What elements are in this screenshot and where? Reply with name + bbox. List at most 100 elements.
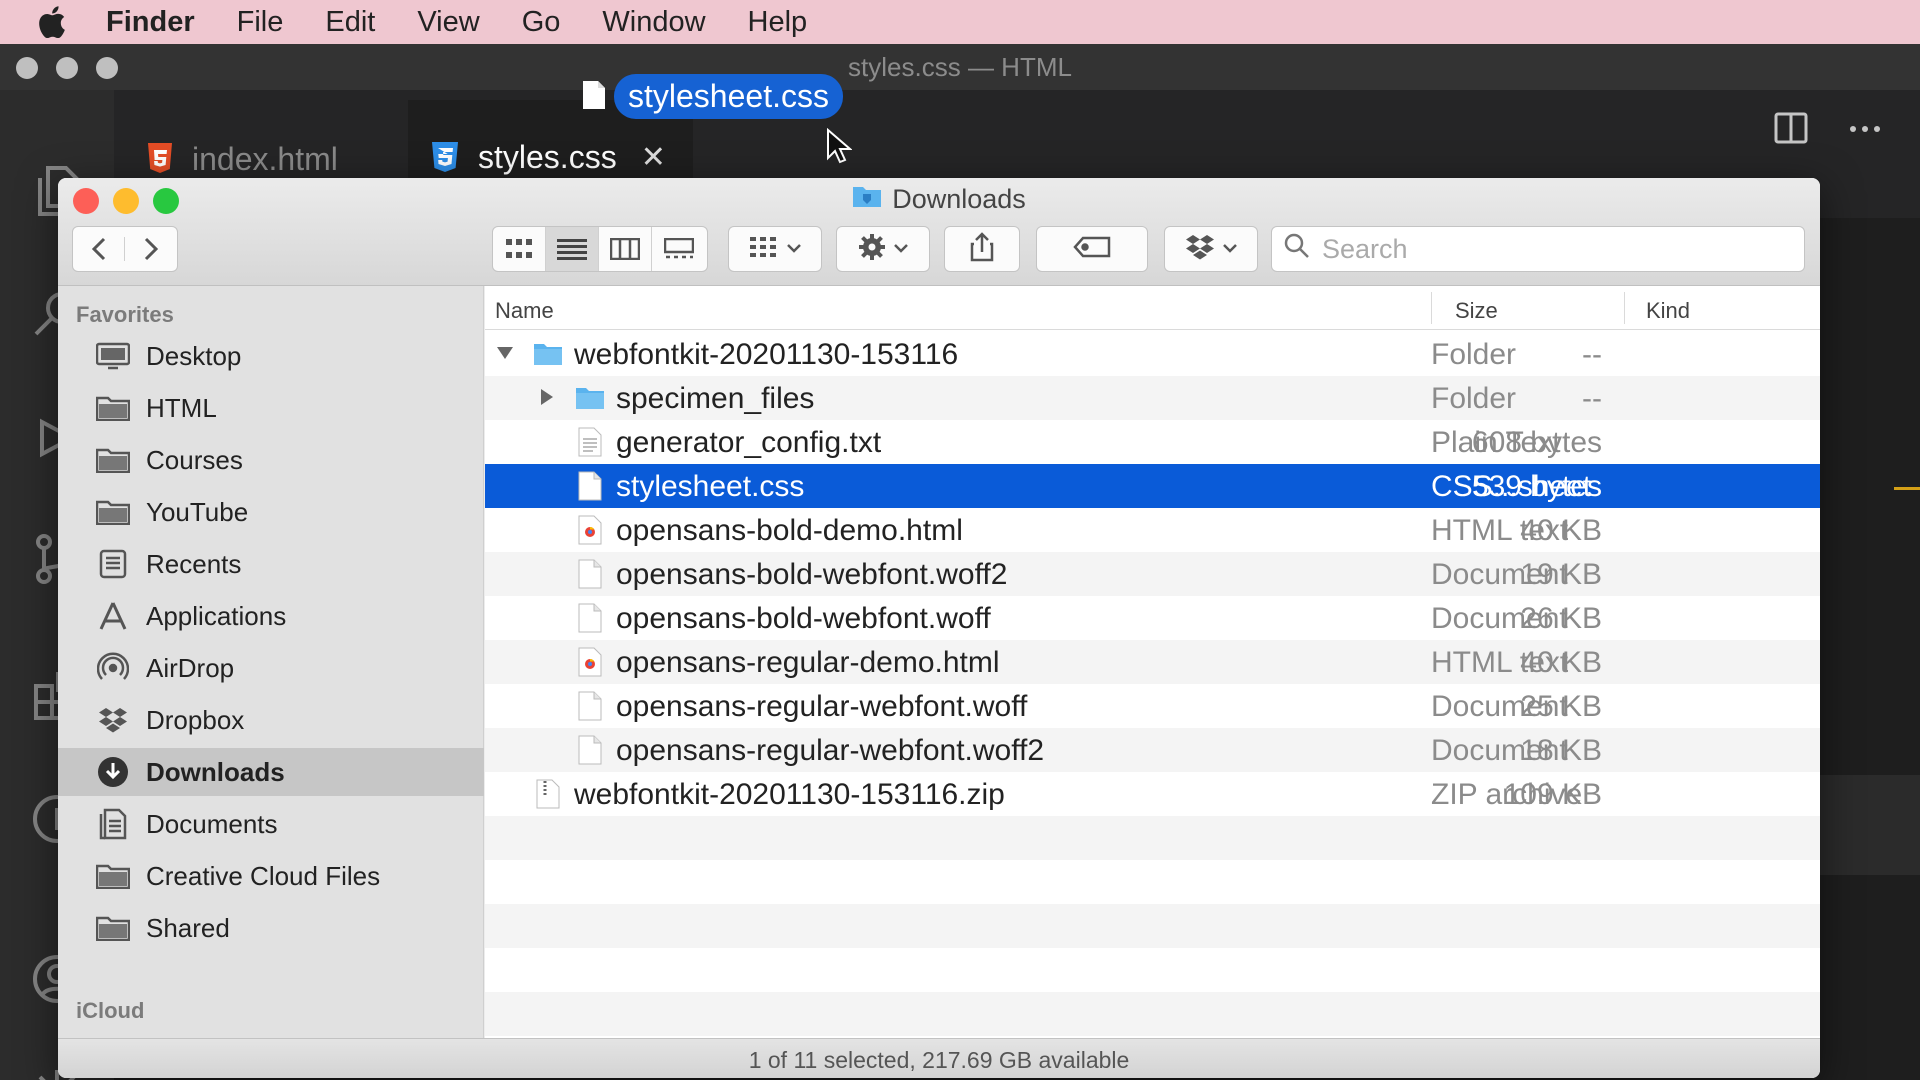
file-row[interactable]: opensans-bold-webfont.woff 26 KB Document	[485, 596, 1820, 640]
empty-row-stripe	[485, 992, 1820, 1036]
folder-icon	[94, 393, 132, 423]
sidebar-item-shared[interactable]: Shared	[58, 904, 484, 952]
file-row[interactable]: opensans-regular-webfont.woff 25 KB Docume…	[485, 684, 1820, 728]
finder-sidebar: Favorites Desktop HTML Courses YouTube R…	[58, 286, 484, 1038]
file-row[interactable]: stylesheet.css 539 bytes CSS...sheet	[485, 464, 1820, 508]
chevron-down-icon	[894, 240, 908, 258]
file-row[interactable]: opensans-regular-webfont.woff2 18 KB Docum…	[485, 728, 1820, 772]
folder-icon	[94, 861, 132, 891]
disclosure-triangle-collapsed-icon[interactable]	[537, 387, 557, 407]
column-divider[interactable]	[1624, 292, 1625, 324]
disclosure-triangle-expanded-icon[interactable]	[495, 343, 515, 363]
document-icon	[582, 80, 606, 115]
sidebar-item-creative-cloud-files[interactable]: Creative Cloud Files	[58, 852, 484, 900]
sidebar-item-html[interactable]: HTML	[58, 384, 484, 432]
menu-finder[interactable]: Finder	[106, 6, 195, 39]
file-kind: HTML text	[1431, 646, 1569, 679]
column-header-kind[interactable]: Kind	[1646, 298, 1690, 324]
forward-button[interactable]	[125, 237, 177, 261]
list-view-button[interactable]	[546, 227, 599, 271]
empty-row-stripe	[485, 904, 1820, 948]
desktop-icon	[94, 341, 132, 371]
minimap-marker	[1894, 487, 1920, 490]
tags-button[interactable]	[1036, 226, 1148, 272]
dropbox-icon	[94, 705, 132, 735]
html5-icon	[146, 143, 174, 175]
downloads-icon	[94, 757, 132, 787]
gallery-view-button[interactable]	[652, 227, 705, 271]
doc-file-icon	[575, 471, 605, 501]
file-name: opensans-bold-webfont.woff2	[616, 558, 1008, 591]
sidebar-item-downloads[interactable]: Downloads	[58, 748, 484, 796]
file-name: opensans-bold-demo.html	[616, 514, 963, 547]
action-button[interactable]	[836, 226, 930, 272]
chevron-down-icon	[1223, 240, 1237, 258]
close-icon[interactable]: ✕	[641, 140, 666, 175]
dropbox-button[interactable]	[1164, 226, 1258, 272]
downloads-folder-icon	[852, 184, 882, 215]
sidebar-item-dropbox[interactable]: Dropbox	[58, 696, 484, 744]
column-divider[interactable]	[1431, 292, 1432, 324]
file-row[interactable]: webfontkit-20201130-153116.zip 109 KB ZIP …	[485, 772, 1820, 816]
group-by-button[interactable]	[728, 226, 822, 272]
file-row[interactable]: generator_config.txt 608 bytes Plain Text	[485, 420, 1820, 464]
sidebar-item-documents[interactable]: Documents	[58, 800, 484, 848]
menu-bar: Finder File Edit View Go Window Help	[0, 0, 1920, 44]
text-file-icon	[575, 427, 605, 457]
more-actions-icon[interactable]	[1848, 121, 1882, 139]
sidebar-item-airdrop[interactable]: AirDrop	[58, 644, 484, 692]
menu-edit[interactable]: Edit	[325, 6, 375, 39]
share-button[interactable]	[944, 226, 1020, 272]
sidebar-item-applications[interactable]: Applications	[58, 592, 484, 640]
editor-actions	[1774, 90, 1920, 170]
status-bar: 1 of 11 selected, 217.69 GB available	[58, 1038, 1820, 1078]
search-field[interactable]: Search	[1271, 226, 1805, 272]
tab-label: index.html	[192, 140, 338, 177]
airdrop-icon	[94, 652, 132, 683]
apple-icon[interactable]	[38, 6, 98, 38]
finder-titlebar: Downloads Search	[58, 178, 1820, 286]
doc-file-icon	[575, 603, 605, 633]
column-header-size[interactable]: Size	[1455, 298, 1498, 324]
vscode-titlebar: styles.css — HTML	[0, 44, 1920, 90]
html-file-icon	[575, 647, 605, 677]
file-row[interactable]: opensans-regular-demo.html 40 KB HTML text	[485, 640, 1820, 684]
back-button[interactable]	[73, 237, 126, 261]
vscode-window-title: styles.css — HTML	[848, 52, 1072, 82]
file-name: opensans-bold-webfont.woff	[616, 602, 991, 635]
file-row[interactable]: opensans-bold-webfont.woff2 19 KB Document	[485, 552, 1820, 596]
file-kind: Document	[1431, 734, 1568, 767]
menu-go[interactable]: Go	[522, 6, 561, 39]
finder-window: Downloads Search Favorites Desktop HTML …	[58, 178, 1820, 1078]
search-placeholder: Search	[1322, 233, 1408, 264]
file-row[interactable]: webfontkit-20201130-153116 -- Folder	[485, 332, 1820, 376]
file-size: --	[1582, 382, 1602, 415]
file-row[interactable]: specimen_files -- Folder	[485, 376, 1820, 420]
folder-icon	[94, 445, 132, 475]
file-kind: HTML text	[1431, 514, 1569, 547]
documents-icon	[94, 808, 132, 840]
folder-file-icon	[533, 339, 563, 369]
dropbox-icon	[1185, 234, 1215, 265]
column-header-name[interactable]: Name	[495, 298, 554, 324]
menu-file[interactable]: File	[237, 6, 284, 39]
column-view-button[interactable]	[599, 227, 652, 271]
split-editor-icon[interactable]	[1774, 112, 1808, 149]
file-name: specimen_files	[616, 382, 815, 415]
sidebar-item-courses[interactable]: Courses	[58, 436, 484, 484]
finder-title-text: Downloads	[892, 184, 1026, 214]
folder-file-icon	[575, 383, 605, 413]
chevron-down-icon	[787, 240, 801, 258]
sidebar-item-desktop[interactable]: Desktop	[58, 332, 484, 380]
empty-row-stripe	[485, 816, 1820, 860]
icon-view-button[interactable]	[493, 227, 546, 271]
sidebar-item-recents[interactable]: Recents	[58, 540, 484, 588]
file-name: opensans-regular-webfont.woff2	[616, 734, 1045, 767]
menu-window[interactable]: Window	[602, 6, 705, 39]
menu-help[interactable]: Help	[748, 6, 808, 39]
sidebar-item-youtube[interactable]: YouTube	[58, 488, 484, 536]
magnifier-icon	[1284, 233, 1310, 266]
file-row[interactable]: opensans-bold-demo.html 40 KB HTML text	[485, 508, 1820, 552]
menu-view[interactable]: View	[417, 6, 479, 39]
file-name: webfontkit-20201130-153116.zip	[574, 778, 1005, 811]
